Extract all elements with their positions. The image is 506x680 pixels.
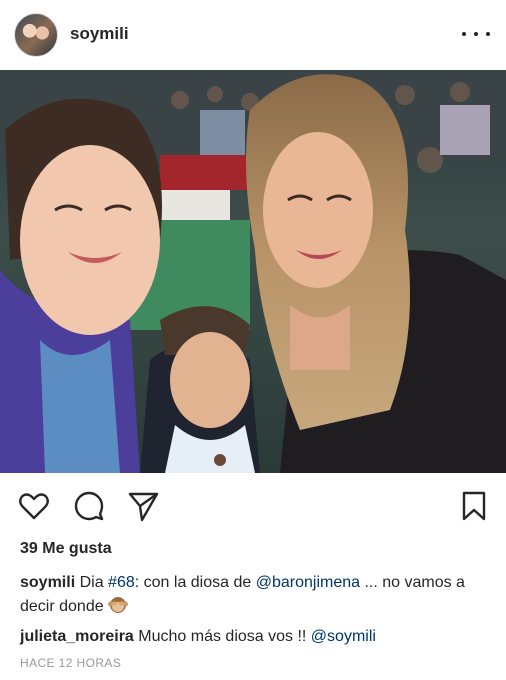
caption-text: : con la diosa de	[134, 574, 256, 591]
bookmark-icon[interactable]	[458, 490, 490, 522]
post-caption: soymili Dia #68: con la diosa de @baronj…	[20, 571, 490, 619]
post-photo[interactable]	[0, 70, 506, 473]
caption-hashtag[interactable]: #68	[108, 574, 135, 591]
caption-mention[interactable]: @baronjimena	[256, 574, 360, 591]
comment-text: Mucho más diosa vos !!	[133, 628, 311, 645]
post-header: soymili	[0, 0, 506, 70]
likes-count[interactable]: 39 Me gusta	[20, 540, 112, 558]
post-username[interactable]: soymili	[70, 24, 129, 44]
action-bar	[0, 480, 506, 530]
comment-bubble-icon[interactable]	[73, 490, 105, 522]
paper-plane-icon[interactable]	[127, 490, 159, 522]
comment-username[interactable]: julieta_moreira	[20, 628, 134, 645]
post-timestamp: HACE 12 HORAS	[20, 656, 122, 670]
comment-mention[interactable]: @soymili	[311, 628, 376, 645]
more-options-icon[interactable]	[462, 24, 490, 44]
profile-avatar[interactable]	[14, 13, 58, 57]
caption-username[interactable]: soymili	[20, 574, 75, 591]
see-no-evil-monkey-icon	[108, 595, 129, 615]
comment-row: julieta_moreira Mucho más diosa vos !! @…	[20, 625, 490, 649]
heart-icon[interactable]	[18, 490, 50, 522]
caption-text: Dia	[75, 574, 109, 591]
